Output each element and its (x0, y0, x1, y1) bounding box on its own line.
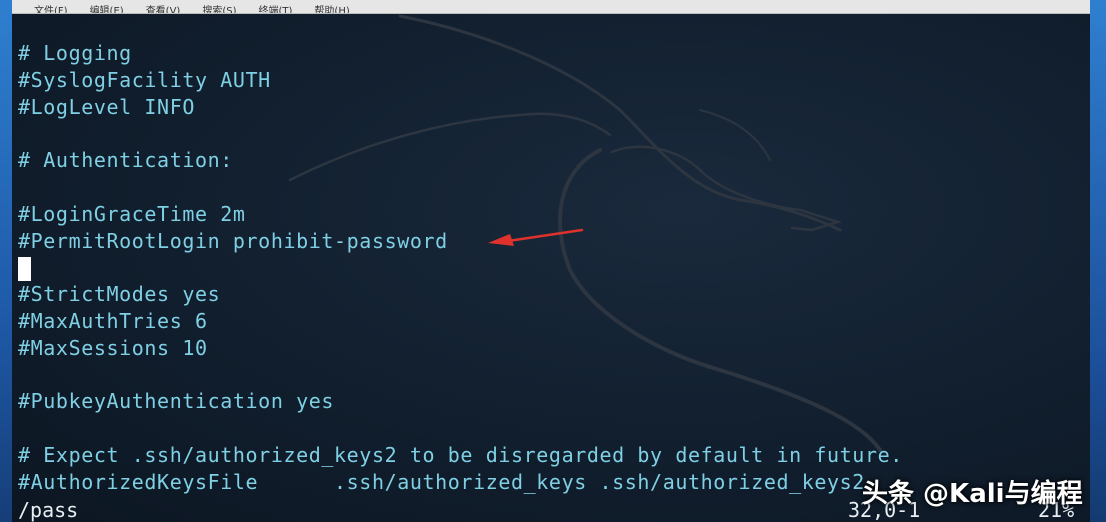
config-line: #MaxAuthTries 6 (18, 308, 208, 333)
menu-edit[interactable]: 编辑(E) (80, 6, 134, 13)
config-line (18, 174, 903, 201)
menu-bar: 文件(F) 编辑(E) 查看(V) 搜索(S) 终端(T) 帮助(H) (12, 0, 1090, 14)
menu-file[interactable]: 文件(F) (24, 6, 78, 13)
config-line: #MaxSessions 10 (18, 335, 208, 360)
config-line (18, 120, 903, 147)
config-line: #AuthorizedKeysFile .ssh/authorized_keys… (18, 469, 865, 494)
menu-help[interactable]: 帮助(H) (304, 6, 359, 13)
terminal-window: 文件(F) 编辑(E) 查看(V) 搜索(S) 终端(T) 帮助(H) # Lo… (0, 0, 1106, 522)
config-line: #SyslogFacility AUTH (18, 67, 271, 92)
cursor-line (18, 254, 903, 281)
config-line (18, 415, 903, 442)
menu-search[interactable]: 搜索(S) (192, 6, 246, 13)
config-line-permit-root-login: #PermitRootLogin prohibit-password (18, 228, 448, 253)
config-line: #PubkeyAuthentication yes (18, 389, 335, 414)
config-line: # Authentication: (18, 148, 233, 173)
config-line: #LoginGraceTime 2m (18, 201, 246, 226)
watermark: 头条 @Kali与编程 (862, 479, 1083, 509)
search-command[interactable]: /pass (18, 498, 78, 522)
config-line: #StrictModes yes (18, 282, 221, 307)
config-line (18, 362, 903, 389)
text-cursor (18, 256, 31, 281)
desktop-edge-right (1090, 0, 1106, 522)
config-line: # Expect .ssh/authorized_keys2 to be dis… (18, 442, 903, 467)
desktop-edge-left (0, 0, 12, 522)
config-line: #LogLevel INFO (18, 94, 195, 119)
menu-view[interactable]: 查看(V) (136, 6, 191, 13)
menu-terminal[interactable]: 终端(T) (249, 6, 303, 13)
red-arrow-icon (488, 228, 584, 246)
editor-text-area[interactable]: # Logging #SyslogFacility AUTH #LogLevel… (18, 40, 903, 496)
config-line: # Logging (18, 41, 132, 65)
